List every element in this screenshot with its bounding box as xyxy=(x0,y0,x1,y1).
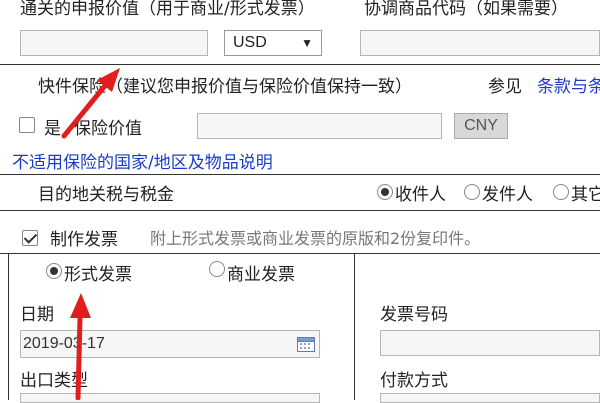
divider xyxy=(0,253,600,254)
chevron-down-icon: ▼ xyxy=(301,36,313,50)
date-value: 2019-03-17 xyxy=(23,335,105,352)
invoice-note: 附上形式发票或商业发票的原版和2份复印件。 xyxy=(150,229,481,248)
commodity-code-label: 协调商品代码（如果需要） xyxy=(364,0,568,19)
insurance-currency: CNY xyxy=(454,113,508,139)
payment-method-field[interactable] xyxy=(380,393,600,403)
customs-value-label: 通关的申报价值（用于商业/形式发票） xyxy=(20,0,315,19)
date-label: 日期 xyxy=(20,305,54,325)
customs-value-field[interactable] xyxy=(20,30,208,56)
invoice-type-proforma-label: 形式发票 xyxy=(64,265,132,285)
duties-option-other: 其它 xyxy=(571,185,600,205)
duties-radio-receiver[interactable] xyxy=(377,184,393,200)
create-invoice-label: 制作发票 xyxy=(50,230,118,250)
insurance-not-applicable-link[interactable]: 不适用保险的国家/地区及物品说明 xyxy=(12,148,273,173)
customs-value-input[interactable] xyxy=(21,31,207,55)
divider xyxy=(0,64,600,65)
commodity-code-field[interactable] xyxy=(360,30,600,56)
insurance-title: 快件保险（建议您申报价值与保险价值保持一致） xyxy=(38,77,412,97)
create-invoice-checkbox[interactable] xyxy=(22,230,38,246)
duties-option-sender: 发件人 xyxy=(482,185,533,205)
export-type-label: 出口类型 xyxy=(20,371,88,391)
invoice-number-label: 发票号码 xyxy=(380,305,448,325)
divider xyxy=(0,210,600,211)
terms-link[interactable]: 条款与条 xyxy=(537,72,600,97)
duties-radio-sender[interactable] xyxy=(464,184,480,200)
insurance-yes-checkbox[interactable] xyxy=(19,117,35,133)
payment-method-label: 付款方式 xyxy=(380,371,448,391)
currency-select[interactable]: USD ▼ xyxy=(224,30,322,56)
duties-label: 目的地关税与税金 xyxy=(38,185,174,205)
panel-border-left xyxy=(8,253,9,400)
insurance-yes-label: 是 xyxy=(44,119,61,139)
divider xyxy=(0,174,600,175)
insured-value-label: 保险价值 xyxy=(74,119,142,139)
invoice-type-commercial-label: 商业发票 xyxy=(227,265,295,285)
invoice-number-input[interactable] xyxy=(381,331,599,355)
insurance-see-label: 参见 xyxy=(488,77,522,97)
invoice-type-proforma-radio[interactable] xyxy=(46,263,62,279)
insured-value-input[interactable] xyxy=(198,114,441,138)
calendar-icon[interactable] xyxy=(297,336,315,357)
invoice-number-field[interactable] xyxy=(380,330,600,356)
duties-option-receiver: 收件人 xyxy=(395,185,446,205)
commodity-code-input[interactable] xyxy=(361,31,599,55)
insured-value-field[interactable] xyxy=(197,113,442,139)
invoice-type-commercial-radio[interactable] xyxy=(209,261,225,277)
duties-radio-other[interactable] xyxy=(553,184,569,200)
date-field[interactable]: 2019-03-17 xyxy=(20,330,320,358)
export-type-field[interactable] xyxy=(20,393,320,403)
currency-select-value: USD xyxy=(233,34,267,51)
panel-divider xyxy=(354,253,355,400)
